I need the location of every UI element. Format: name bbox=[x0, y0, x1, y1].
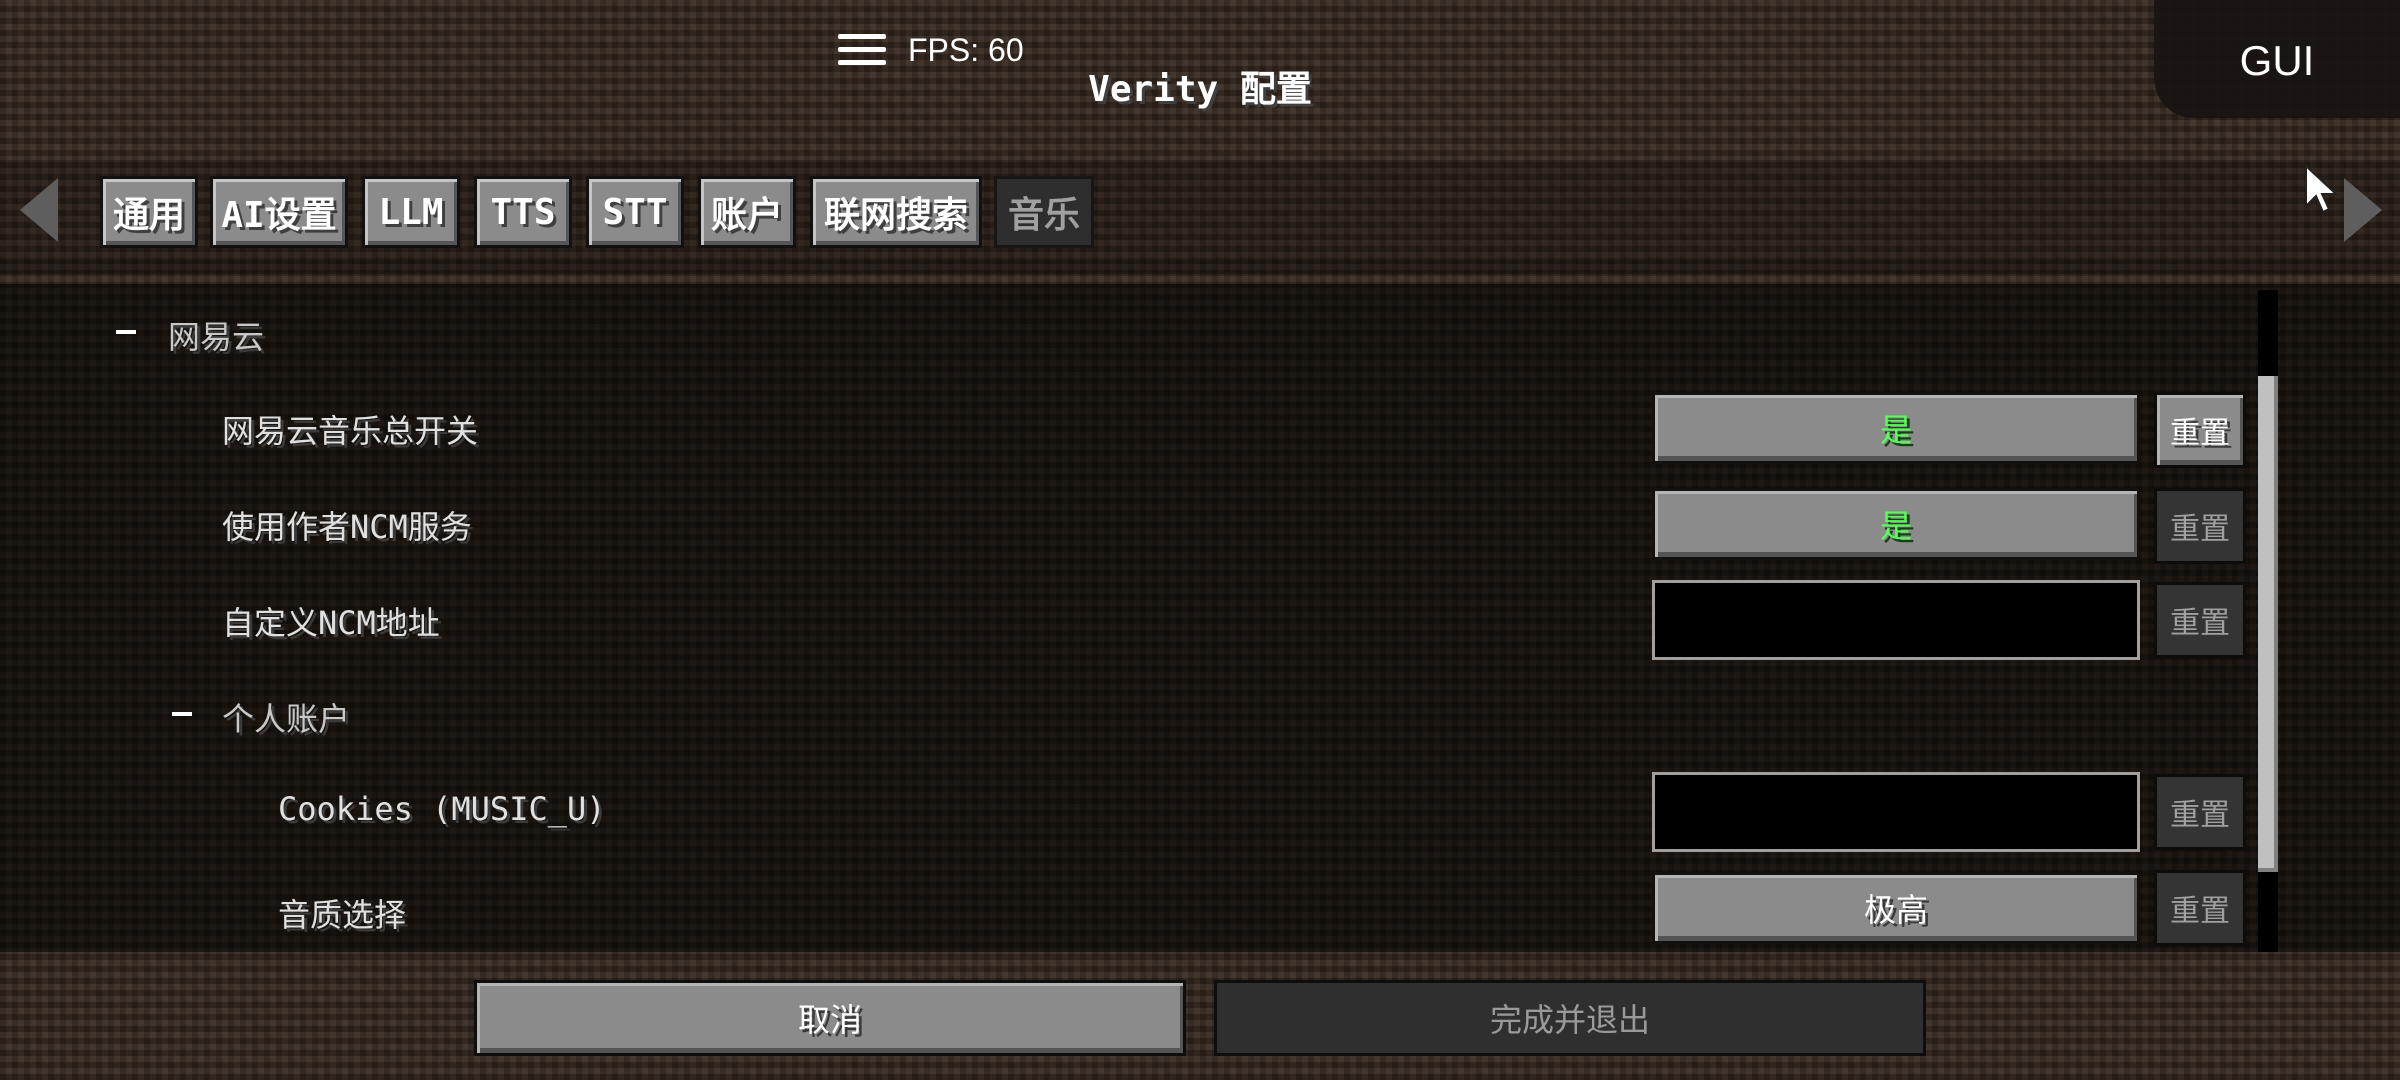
menu-icon[interactable] bbox=[838, 32, 886, 68]
tab-ai-settings[interactable]: AI设置 bbox=[210, 176, 348, 248]
scrollbar-thumb[interactable] bbox=[2258, 376, 2278, 872]
tab-stt[interactable]: STT bbox=[586, 176, 684, 248]
reset-button-custom-ncm[interactable]: 重置 bbox=[2154, 582, 2246, 658]
collapse-minus-icon[interactable] bbox=[172, 712, 192, 716]
tab-account[interactable]: 账户 bbox=[698, 176, 796, 248]
custom-ncm-address-input[interactable] bbox=[1652, 580, 2140, 660]
done-and-exit-button[interactable]: 完成并退出 bbox=[1214, 980, 1926, 1056]
scroll-right-arrow-icon[interactable] bbox=[2344, 178, 2382, 242]
category-tab-bar: 通用 AI设置 LLM TTS STT 账户 联网搜索 音乐 bbox=[0, 160, 2400, 274]
setting-label-cookies: Cookies (MUSIC_U) bbox=[278, 790, 606, 828]
reset-button-cookies[interactable]: 重置 bbox=[2154, 774, 2246, 850]
mouse-cursor-icon bbox=[2305, 164, 2339, 214]
tab-music[interactable]: 音乐 bbox=[994, 176, 1094, 248]
scroll-left-arrow-icon[interactable] bbox=[20, 178, 58, 242]
gui-button[interactable]: GUI bbox=[2154, 0, 2400, 118]
tab-llm[interactable]: LLM bbox=[362, 176, 460, 248]
tab-general[interactable]: 通用 bbox=[100, 176, 198, 248]
tab-tts[interactable]: TTS bbox=[474, 176, 572, 248]
page-title: Verity 配置 bbox=[1088, 69, 1312, 110]
cookies-music-u-input[interactable] bbox=[1652, 772, 2140, 852]
setting-label-audio-quality: 音质选择 bbox=[278, 896, 407, 934]
toggle-netease-master[interactable]: 是 bbox=[1652, 392, 2140, 464]
reset-button-author-ncm[interactable]: 重置 bbox=[2154, 488, 2246, 564]
setting-label-netease-master: 网易云音乐总开关 bbox=[222, 412, 479, 450]
reset-button-netease-master[interactable]: 重置 bbox=[2154, 392, 2246, 468]
section-personal-account[interactable]: 个人账户 bbox=[222, 694, 350, 740]
reset-button-audio-quality[interactable]: 重置 bbox=[2154, 870, 2246, 946]
section-netease[interactable]: 网易云 bbox=[168, 312, 264, 358]
tab-web-search[interactable]: 联网搜索 bbox=[810, 176, 982, 248]
cancel-button[interactable]: 取消 bbox=[474, 980, 1186, 1056]
collapse-minus-icon[interactable] bbox=[116, 330, 136, 334]
toggle-author-ncm[interactable]: 是 bbox=[1652, 488, 2140, 560]
audio-quality-select[interactable]: 极高 bbox=[1652, 872, 2140, 944]
setting-label-author-ncm: 使用作者NCM服务 bbox=[222, 508, 472, 546]
setting-label-custom-ncm: 自定义NCM地址 bbox=[222, 604, 440, 642]
